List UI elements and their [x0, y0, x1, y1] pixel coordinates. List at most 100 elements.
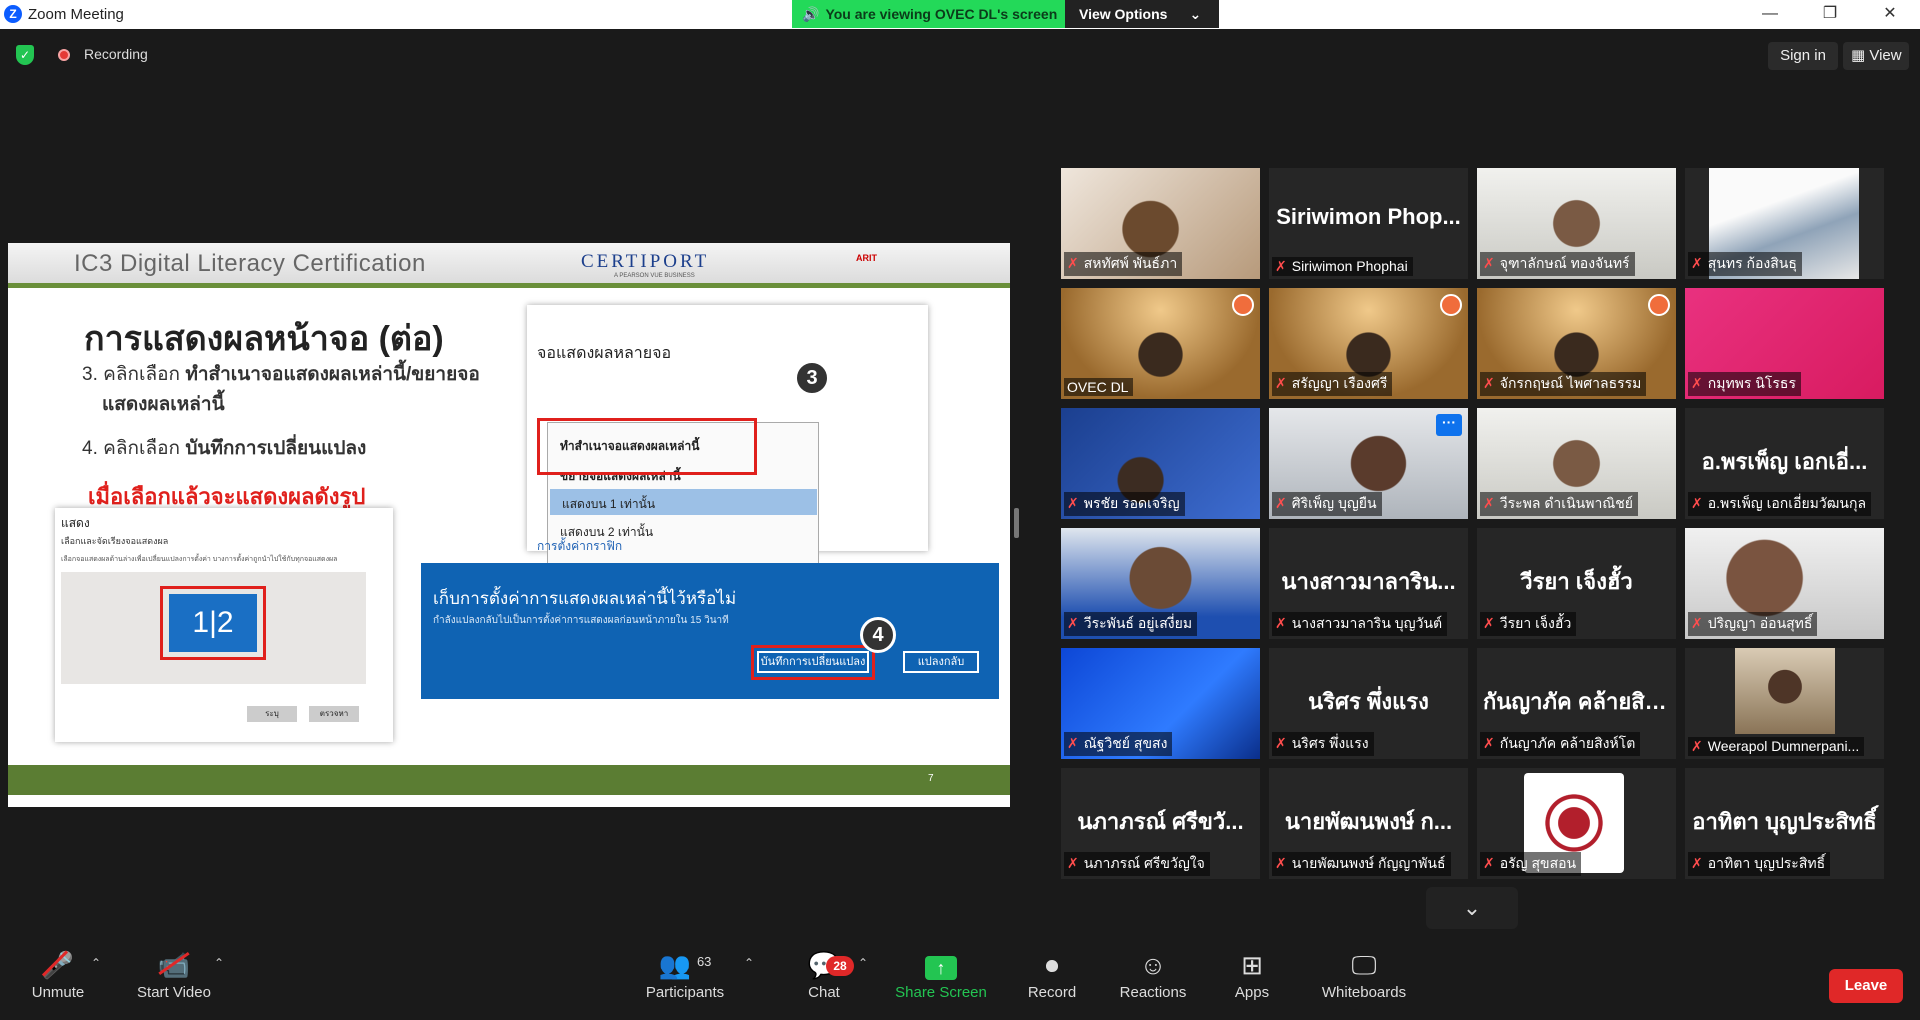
zoom-logo-icon: Z [4, 5, 22, 23]
participant-name: นภาภรณ์ ศรีขวัญใจ [1083, 855, 1205, 871]
panel3-title: แสดง [61, 516, 90, 530]
reactions-button[interactable]: ☺ Reactions [1112, 940, 1194, 1020]
start-video-button[interactable]: 📹 Start Video [128, 940, 220, 1020]
viewing-banner: 🔊 You are viewing OVEC DL's screen View … [792, 0, 1219, 28]
option-show-1: แสดงบน 1 เท่านั้น [550, 489, 817, 515]
certiport-logo: CERTIPORT [581, 251, 710, 272]
participants-icon: 👥 63 [658, 950, 712, 980]
slide-heading: การแสดงผลหน้าจอ (ต่อ) [84, 320, 444, 358]
participant-name-label: ✗ กมุทพร นิโรธร [1688, 372, 1801, 396]
chat-label: Chat [808, 984, 840, 1001]
participant-tile[interactable]: กันญาภัค คล้ายสิง... ✗ กันญาภัค คล้ายสิงห์… [1477, 648, 1676, 759]
encryption-shield-icon[interactable]: ✓ [16, 45, 34, 65]
participant-tile[interactable]: ✗ จักรกฤษณ์ ไพศาลธรรม [1477, 288, 1676, 399]
participants-count: 63 [696, 954, 712, 969]
muted-mic-icon: ✗ [1483, 495, 1495, 511]
share-screen-label: Share Screen [895, 984, 987, 1001]
participant-tile[interactable]: ✗ พรชัย รอดเจริญ [1061, 408, 1260, 519]
meeting-top-strip: ✓ Recording Sign in ▦ View [0, 29, 1920, 77]
view-options-label: View Options [1079, 6, 1168, 22]
step-3-prefix: 3. คลิกเลือก [82, 364, 186, 385]
detect-button: ตรวจหา [309, 706, 359, 722]
participant-tile[interactable]: Siriwimon Phop... ✗ Siriwimon Phophai [1269, 168, 1468, 279]
close-button[interactable]: ✕ [1860, 0, 1920, 29]
muted-mic-icon: ✗ [1067, 615, 1079, 631]
audio-options-caret[interactable]: ⌃ [91, 956, 101, 970]
participant-tile[interactable]: OVEC DL [1061, 288, 1260, 399]
participant-tile[interactable]: ✗ วีระพล ดำเนินพาณิชย์ [1477, 408, 1676, 519]
sign-in-button[interactable]: Sign in [1768, 42, 1838, 70]
muted-mic-icon: ✗ [1691, 375, 1703, 391]
participant-name: ณัฐวิชย์ สุขสง [1083, 735, 1168, 751]
participant-tile[interactable]: ✗ อรัญ สุขสอน [1477, 768, 1676, 879]
more-options-button[interactable]: ··· [1436, 414, 1462, 436]
record-button[interactable]: ⏺ Record [1020, 940, 1084, 1020]
title-bar: Z Zoom Meeting 🔊 You are viewing OVEC DL… [0, 0, 1920, 29]
viewing-text: You are viewing OVEC DL's screen [825, 6, 1058, 22]
unmute-button[interactable]: 🎤 Unmute [22, 940, 94, 1020]
participant-name: สุนทร ก้องสินธุ [1707, 255, 1797, 271]
participant-name-label: ✗ พรชัย รอดเจริญ [1064, 492, 1185, 516]
participant-tile[interactable]: ✗ ปริญญา อ่อนสุทธิ์ [1685, 528, 1884, 639]
participant-name-label: ✗ ปริญญา อ่อนสุทธิ์ [1688, 612, 1818, 636]
whiteboards-button[interactable]: 🖵 Whiteboards [1312, 940, 1416, 1020]
shared-screen[interactable]: IC3 Digital Literacy Certification CERTI… [8, 243, 1010, 807]
participant-tile[interactable]: ✗ กมุทพร นิโรธร [1685, 288, 1884, 399]
participant-tile[interactable]: ✗ สหทัศพ์ พันธ์ภา [1061, 168, 1260, 279]
muted-mic-icon: ✗ [1483, 855, 1495, 871]
participant-tile[interactable]: นางสาวมาลาริน... ✗ นางสาวมาลาริน บุญวันต์ [1269, 528, 1468, 639]
participant-tile[interactable]: ✗ ณัฐวิชย์ สุขสง [1061, 648, 1260, 759]
leave-button[interactable]: Leave [1829, 969, 1903, 1003]
muted-mic-icon: ✗ [1483, 255, 1495, 271]
participants-button[interactable]: 👥 63 Participants [640, 940, 730, 1020]
participant-name: นางสาวมาลาริน บุญวันต์ [1291, 615, 1443, 631]
participant-tile[interactable]: ✗ Weerapol Dumnerpani... [1685, 648, 1884, 759]
participant-tile[interactable]: ✗ สุนทร ก้องสินธุ [1685, 168, 1884, 279]
participant-tile[interactable]: อาทิตา บุญประสิทธิ์ ✗ อาทิตา บุญประสิทธิ์ [1685, 768, 1884, 879]
panel3-subtitle: เลือกและจัดเรียงจอแสดงผล [61, 536, 169, 546]
muted-mic-icon: ✗ [1067, 735, 1079, 751]
participant-tile[interactable]: วีรยา เจ็งฮั้ว ✗ วีรยา เจ็งฮั้ว [1477, 528, 1676, 639]
participant-tile[interactable]: ✗ วีระพันธ์ อยู่เสงี่ยม [1061, 528, 1260, 639]
participant-name-label: ✗ นางสาวมาลาริน บุญวันต์ [1272, 612, 1448, 636]
participant-tile[interactable]: ··· ✗ ศิริเพ็ญ บุญยืน [1269, 408, 1468, 519]
participant-name-label: ✗ อ.พรเพ็ญ เอกเอี่ยมวัฒนกุล [1688, 492, 1872, 516]
apps-button[interactable]: ⊞ Apps [1224, 940, 1280, 1020]
next-page-button[interactable]: ⌄ [1426, 887, 1518, 929]
video-off-icon: 📹 [128, 940, 220, 984]
participant-name-label: ✗ จุฑาลักษณ์ ทองจันทร์ [1480, 252, 1635, 276]
share-screen-button[interactable]: ↑ Share Screen [890, 940, 992, 1020]
participant-tile[interactable]: นภาภรณ์ ศรีขวั... ✗ นภาภรณ์ ศรีขวัญใจ [1061, 768, 1260, 879]
participants-caret[interactable]: ⌃ [744, 956, 754, 970]
participant-name-label: ✗ อรัญ สุขสอน [1480, 852, 1582, 876]
video-options-caret[interactable]: ⌃ [214, 956, 224, 970]
muted-mic-icon: ✗ [1275, 375, 1287, 391]
chat-button[interactable]: 💬 Chat [790, 940, 858, 1020]
chat-caret[interactable]: ⌃ [858, 956, 868, 970]
identify-button: ระบุ [247, 706, 297, 722]
participant-tile[interactable]: นายพัฒนพงษ์ ก... ✗ นายพัฒนพงษ์ กัญญาพันธ์ [1269, 768, 1468, 879]
muted-mic-icon: ✗ [1067, 855, 1079, 871]
view-options-button[interactable]: View Options ⌄ [1065, 0, 1219, 28]
muted-mic-icon: ✗ [1691, 495, 1703, 511]
slide-header-title: IC3 Digital Literacy Certification [74, 250, 426, 277]
participant-tile[interactable]: ✗ จุฑาลักษณ์ ทองจันทร์ [1477, 168, 1676, 279]
participant-tile[interactable]: ✗ สรัญญา เรืองศรี [1269, 288, 1468, 399]
muted-mic-icon: 🎤 [41, 950, 75, 980]
speaker-icon: 🔊 [802, 5, 820, 22]
participant-name-label: ✗ วีรยา เจ็งฮั้ว [1480, 612, 1577, 636]
participant-tile[interactable]: นริศร พึ่งแรง ✗ นริศร พึ่งแรง [1269, 648, 1468, 759]
avatar-badge-icon [1648, 294, 1670, 316]
view-button[interactable]: ▦ View [1843, 42, 1909, 70]
muted-mic-icon: ✗ [1275, 855, 1287, 871]
participant-name: จุฑาลักษณ์ ทองจันทร์ [1499, 255, 1630, 271]
participant-tile[interactable]: อ.พรเพ็ญ เอกเอี่... ✗ อ.พรเพ็ญ เอกเอี่ยมวั… [1685, 408, 1884, 519]
participant-display-name: อ.พรเพ็ญ เอกเอี่... [1701, 449, 1868, 474]
share-screen-icon: ↑ [890, 940, 992, 984]
record-label: Record [1027, 984, 1077, 1001]
participant-name: นายพัฒนพงษ์ กัญญาพันธ์ [1291, 855, 1446, 871]
minimize-button[interactable]: — [1740, 0, 1800, 29]
restore-button[interactable]: ❐ [1800, 0, 1860, 29]
participant-display-name: นริศร พึ่งแรง [1308, 689, 1429, 714]
splitter-handle[interactable] [1014, 508, 1019, 538]
